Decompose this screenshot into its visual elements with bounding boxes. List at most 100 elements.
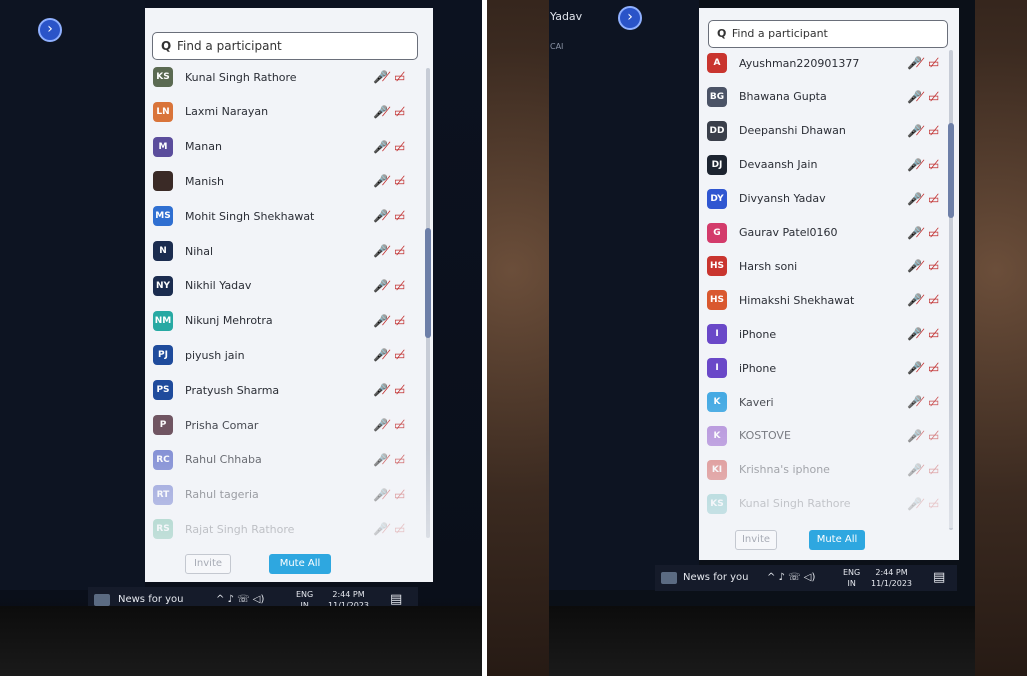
participant-row[interactable]: RC Rahul Chhaba 🎤̸▭̸ — [145, 443, 433, 477]
participant-row[interactable]: KS Kunal Singh Rathore 🎤̸▭̸ — [145, 60, 433, 94]
participant-row[interactable]: P Prisha Comar 🎤̸▭̸ — [145, 408, 433, 442]
video-off-icon[interactable]: ▭̸ — [928, 56, 942, 70]
participant-row[interactable]: IiPhone 🎤̸▭̸ — [699, 351, 959, 385]
mic-muted-icon[interactable]: 🎤̸ — [373, 279, 394, 293]
mic-muted-icon[interactable]: 🎤̸ — [907, 395, 928, 409]
system-tray-icons[interactable]: ^ ♪ ☏ ◁) — [767, 565, 815, 591]
video-off-icon[interactable]: ▭̸ — [394, 418, 408, 432]
video-off-icon[interactable]: ▭̸ — [928, 361, 942, 375]
mic-muted-icon[interactable]: 🎤̸ — [907, 327, 928, 341]
video-off-icon[interactable]: ▭̸ — [928, 226, 942, 240]
mic-muted-icon[interactable]: 🎤̸ — [373, 140, 394, 154]
mic-muted-icon[interactable]: 🎤̸ — [907, 259, 928, 273]
mic-muted-icon[interactable]: 🎤̸ — [907, 56, 928, 70]
participant-row[interactable]: DY Divyansh Yadav 🎤̸▭̸ — [699, 182, 959, 216]
participant-row[interactable]: NY Nikhil Yadav 🎤̸▭̸ — [145, 269, 433, 303]
video-off-icon[interactable]: ▭̸ — [928, 259, 942, 273]
participant-row[interactable]: PS Pratyush Sharma 🎤̸▭̸ — [145, 373, 433, 407]
participant-row[interactable]: DJ Devaansh Jain 🎤̸▭̸ — [699, 148, 959, 182]
video-off-icon[interactable]: ▭̸ — [394, 453, 408, 467]
mic-muted-icon[interactable]: 🎤̸ — [373, 383, 394, 397]
video-off-icon[interactable]: ▭̸ — [928, 293, 942, 307]
mic-muted-icon[interactable]: 🎤̸ — [907, 293, 928, 307]
video-off-icon[interactable]: ▭̸ — [928, 158, 942, 172]
video-off-icon[interactable]: ▭̸ — [928, 124, 942, 138]
news-label[interactable]: News for you — [683, 565, 749, 591]
video-off-icon[interactable]: ▭̸ — [928, 192, 942, 206]
video-off-icon[interactable]: ▭̸ — [394, 314, 408, 328]
video-off-icon[interactable]: ▭̸ — [394, 279, 408, 293]
video-off-icon[interactable]: ▭̸ — [394, 70, 408, 84]
search-input[interactable]: Q Find a participant — [708, 20, 948, 48]
participant-row[interactable]: Manish 🎤̸▭̸ — [145, 164, 433, 198]
participant-row[interactable]: RT Rahul tageria 🎤̸▭̸ — [145, 478, 433, 512]
participant-row[interactable]: NM Nikunj Mehrotra 🎤̸▭̸ — [145, 304, 433, 338]
mic-muted-icon[interactable]: 🎤̸ — [907, 361, 928, 375]
video-off-icon[interactable]: ▭̸ — [394, 209, 408, 223]
mic-muted-icon[interactable]: 🎤̸ — [373, 488, 394, 502]
participant-row[interactable]: PJ piyush jain 🎤̸▭̸ — [145, 338, 433, 372]
video-off-icon[interactable]: ▭̸ — [394, 244, 408, 258]
video-off-icon[interactable]: ▭̸ — [928, 429, 942, 443]
language-indicator[interactable]: ENG IN — [843, 567, 860, 589]
scrollbar-thumb[interactable] — [948, 123, 954, 218]
scrollbar-track[interactable] — [949, 50, 953, 530]
video-off-icon[interactable]: ▭̸ — [928, 90, 942, 104]
participant-row[interactable]: RS Rajat Singh Rathore 🎤̸▭̸ — [145, 512, 433, 546]
back-arrow-icon[interactable]: › — [618, 6, 642, 30]
video-off-icon[interactable]: ▭̸ — [394, 105, 408, 119]
mic-muted-icon[interactable]: 🎤̸ — [373, 209, 394, 223]
participant-row[interactable]: N Nihal 🎤̸▭̸ — [145, 234, 433, 268]
invite-button[interactable]: Invite — [185, 554, 231, 574]
mic-muted-icon[interactable]: 🎤̸ — [373, 348, 394, 362]
mic-muted-icon[interactable]: 🎤̸ — [907, 158, 928, 172]
video-off-icon[interactable]: ▭̸ — [394, 522, 408, 536]
mic-muted-icon[interactable]: 🎤̸ — [907, 463, 928, 477]
mic-muted-icon[interactable]: 🎤̸ — [907, 192, 928, 206]
participant-row[interactable]: KS Kunal Singh Rathore 🎤̸▭̸ — [699, 487, 959, 521]
invite-button[interactable]: Invite — [735, 530, 777, 550]
participant-row[interactable]: K KOSTOVE 🎤̸▭̸ — [699, 419, 959, 453]
mic-muted-icon[interactable]: 🎤̸ — [907, 226, 928, 240]
mic-muted-icon[interactable]: 🎤̸ — [907, 124, 928, 138]
news-icon[interactable] — [94, 594, 110, 606]
participant-row[interactable]: LN Laxmi Narayan 🎤̸▭̸ — [145, 95, 433, 129]
participant-row[interactable]: G Gaurav Patel0160 🎤̸▭̸ — [699, 216, 959, 250]
mic-muted-icon[interactable]: 🎤̸ — [373, 105, 394, 119]
participant-row[interactable]: MS Mohit Singh Shekhawat 🎤̸▭̸ — [145, 199, 433, 233]
mute-all-button[interactable]: Mute All — [269, 554, 331, 574]
video-off-icon[interactable]: ▭̸ — [928, 463, 942, 477]
video-off-icon[interactable]: ▭̸ — [394, 348, 408, 362]
video-off-icon[interactable]: ▭̸ — [928, 497, 942, 511]
notification-icon[interactable]: ▤ — [933, 565, 945, 591]
participant-row[interactable]: KI Krishna's iphone 🎤̸▭̸ — [699, 453, 959, 487]
participant-row[interactable]: HS Harsh soni 🎤̸▭̸ — [699, 249, 959, 283]
participant-row[interactable]: M Manan 🎤̸▭̸ — [145, 130, 433, 164]
scrollbar-thumb[interactable] — [425, 228, 431, 338]
mic-muted-icon[interactable]: 🎤̸ — [907, 90, 928, 104]
mic-muted-icon[interactable]: 🎤̸ — [373, 244, 394, 258]
back-arrow-icon[interactable]: › — [38, 18, 62, 42]
mute-all-button[interactable]: Mute All — [809, 530, 865, 550]
participant-row[interactable]: K Kaveri 🎤̸▭̸ — [699, 385, 959, 419]
video-off-icon[interactable]: ▭̸ — [394, 140, 408, 154]
video-off-icon[interactable]: ▭̸ — [394, 174, 408, 188]
participant-row[interactable]: A Ayushman220901377 🎤̸▭̸ — [699, 46, 959, 80]
participant-row[interactable]: BG Bhawana Gupta 🎤̸▭̸ — [699, 80, 959, 114]
mic-muted-icon[interactable]: 🎤̸ — [373, 418, 394, 432]
mic-muted-icon[interactable]: 🎤̸ — [373, 522, 394, 536]
clock[interactable]: 2:44 PM 11/1/2023 — [871, 567, 912, 589]
video-off-icon[interactable]: ▭̸ — [394, 383, 408, 397]
mic-muted-icon[interactable]: 🎤̸ — [907, 497, 928, 511]
participant-row[interactable]: HS Himakshi Shekhawat 🎤̸▭̸ — [699, 283, 959, 317]
mic-muted-icon[interactable]: 🎤̸ — [373, 70, 394, 84]
search-input[interactable]: Q Find a participant — [152, 32, 418, 60]
mic-muted-icon[interactable]: 🎤̸ — [373, 453, 394, 467]
participant-row[interactable]: IiPhone 🎤̸▭̸ — [699, 317, 959, 351]
video-off-icon[interactable]: ▭̸ — [928, 395, 942, 409]
mic-muted-icon[interactable]: 🎤̸ — [373, 314, 394, 328]
news-icon[interactable] — [661, 572, 677, 584]
video-off-icon[interactable]: ▭̸ — [394, 488, 408, 502]
participant-row[interactable]: DD Deepanshi Dhawan 🎤̸▭̸ — [699, 114, 959, 148]
mic-muted-icon[interactable]: 🎤̸ — [907, 429, 928, 443]
